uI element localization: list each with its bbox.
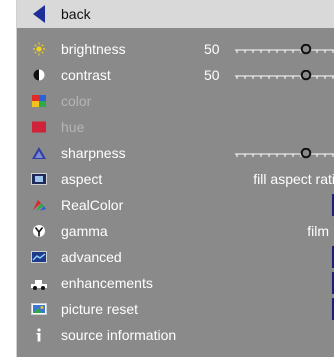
advanced-icon — [31, 251, 47, 263]
aspect-icon — [31, 173, 47, 185]
color-swatch-icon — [32, 95, 46, 107]
brightness-row[interactable]: brightness 50 — [17, 36, 334, 62]
hue-label: hue — [61, 119, 85, 135]
contrast-icon — [33, 69, 45, 81]
hue-row: hue — [17, 114, 334, 140]
sharpness-slider-knob — [300, 148, 312, 159]
gamma-label: gamma — [61, 223, 108, 239]
contrast-slider[interactable] — [235, 70, 334, 82]
source-information-label: source information — [61, 327, 177, 343]
color-row: color — [17, 88, 334, 114]
picture-reset-label: picture reset — [61, 301, 139, 317]
aspect-row[interactable]: aspect fill aspect rati — [17, 166, 334, 192]
realcolor-row[interactable]: RealColor — [17, 192, 334, 218]
advanced-label: advanced — [61, 249, 122, 265]
back-arrow-icon[interactable] — [31, 4, 47, 24]
aspect-value[interactable]: fill aspect rati — [253, 166, 334, 192]
realcolor-label: RealColor — [61, 197, 124, 213]
sharpness-icon — [32, 147, 46, 159]
gamma-icon — [33, 225, 45, 237]
sharpness-label: sharpness — [61, 145, 126, 161]
enhancements-row[interactable]: enhancements — [17, 270, 334, 296]
color-label: color — [61, 93, 92, 109]
back-row[interactable]: back — [17, 0, 334, 28]
aspect-label: aspect — [61, 171, 103, 187]
back-label: back — [61, 6, 91, 22]
advanced-row[interactable]: advanced — [17, 244, 334, 270]
picture-menu: back brightness 50 contrast 50 color hue… — [16, 0, 334, 357]
enhancements-label: enhancements — [61, 275, 153, 291]
contrast-label: contrast — [61, 67, 111, 83]
realcolor-icon — [33, 200, 46, 211]
brightness-slider[interactable] — [235, 44, 334, 56]
hue-icon — [32, 121, 46, 133]
enhancements-icon — [31, 280, 47, 290]
contrast-row[interactable]: contrast 50 — [17, 62, 334, 88]
source-information-row[interactable]: source information — [17, 322, 334, 348]
info-icon — [36, 328, 41, 342]
sun-icon — [33, 42, 45, 56]
brightness-label: brightness — [61, 41, 126, 57]
gamma-value[interactable]: film — [307, 218, 329, 244]
picture-reset-icon — [31, 303, 47, 315]
brightness-slider-knob — [300, 44, 312, 55]
sharpness-slider[interactable] — [235, 148, 334, 160]
brightness-value: 50 — [204, 41, 220, 57]
contrast-value: 50 — [204, 67, 220, 83]
gamma-row[interactable]: gamma film — [17, 218, 334, 244]
sharpness-row[interactable]: sharpness — [17, 140, 334, 166]
picture-reset-row[interactable]: picture reset — [17, 296, 334, 322]
contrast-slider-knob — [300, 70, 312, 81]
